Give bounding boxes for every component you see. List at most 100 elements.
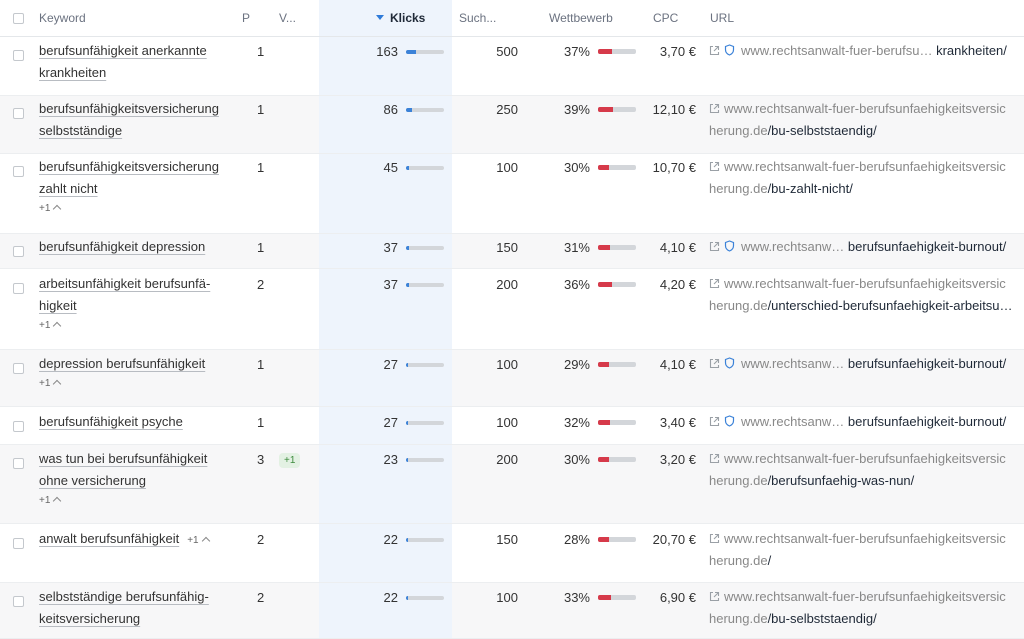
url-cell: www.rechtsanwalt-fuer-berufsunfaehigkeit…	[709, 586, 1019, 630]
external-link-icon[interactable]	[709, 358, 720, 369]
keyword-link[interactable]: arbeitsunfähigkeit berufsunfä-	[39, 276, 210, 291]
keyword-cell: depression berufsunfähigkeit +1	[39, 353, 229, 391]
search-volume-value: 250	[496, 102, 518, 117]
header-klicks[interactable]: Klicks	[376, 11, 425, 25]
keyword-link[interactable]: selbstständige berufsunfähig-	[39, 589, 209, 604]
url-cell: www.rechtsanwalt-fuer-berufsunfaehigkeit…	[709, 273, 1019, 317]
keyword-link[interactable]: depression berufsunfähigkeit	[39, 356, 205, 371]
select-all-checkbox[interactable]	[13, 13, 24, 24]
competition-bar	[598, 595, 636, 600]
row-checkbox[interactable]	[13, 596, 24, 607]
klicks-bar	[406, 108, 444, 112]
competition-bar	[598, 165, 636, 170]
klicks-bar	[406, 421, 444, 425]
keyword-link-line2[interactable]: keitsversicherung	[39, 611, 140, 626]
url-path[interactable]: /berufsunfaehig-was-nun/	[768, 473, 915, 488]
more-keywords-toggle[interactable]: +1	[39, 319, 229, 333]
row-checkbox[interactable]	[13, 283, 24, 294]
cpc-value: 6,90 €	[659, 590, 696, 605]
url-domain-cont[interactable]: herung.de	[709, 298, 768, 313]
external-link-icon[interactable]	[709, 161, 720, 172]
keyword-link-line2[interactable]: ohne versicherung	[39, 473, 146, 488]
keyword-link[interactable]: berufsunfähigkeit anerkannte	[39, 43, 207, 58]
url-path[interactable]: berufsunfaehigkeit-burnout/	[844, 356, 1006, 371]
position-value: 2	[257, 532, 265, 547]
more-keywords-toggle[interactable]: +1	[39, 377, 229, 391]
url-domain[interactable]: www.rechtsanwalt-fuer-berufsunfaehigkeit…	[724, 451, 1006, 466]
header-competition[interactable]: Wettbewerb	[549, 11, 613, 25]
table-row: anwalt berufsunfähigkeit +1 2 22 150 28% 20,70…	[0, 524, 1024, 583]
row-checkbox[interactable]	[13, 538, 24, 549]
row-checkbox[interactable]	[13, 421, 24, 432]
url-domain[interactable]: www.rechtsanw…	[741, 414, 844, 429]
url-path[interactable]: /bu-selbststaendig/	[768, 123, 877, 138]
row-checkbox[interactable]	[13, 108, 24, 119]
competition-bar	[598, 362, 636, 367]
keyword-link[interactable]: was tun bei berufsunfähigkeit	[39, 451, 207, 466]
position-value: 1	[257, 102, 265, 117]
url-path[interactable]: berufsunfaehigkeit-burnout/	[844, 239, 1006, 254]
keyword-link-line2[interactable]: selbstständige	[39, 123, 122, 138]
url-domain[interactable]: www.rechtsanwalt-fuer-berufsunfaehigkeit…	[724, 101, 1006, 116]
external-link-icon[interactable]	[709, 45, 720, 56]
keyword-cell: was tun bei berufsunfähigkeit ohne versic…	[39, 448, 229, 508]
more-count: +1	[39, 378, 51, 389]
url-domain[interactable]: www.rechtsanwalt-fuer-berufsu…	[741, 43, 932, 58]
more-keywords-toggle[interactable]: +1	[39, 494, 229, 508]
keyword-link-line2[interactable]: zahlt nicht	[39, 181, 98, 196]
external-link-icon[interactable]	[709, 278, 720, 289]
url-domain[interactable]: www.rechtsanwalt-fuer-berufsunfaehigkeit…	[724, 159, 1006, 174]
url-domain[interactable]: www.rechtsanwalt-fuer-berufsunfaehigkeit…	[724, 589, 1006, 604]
klicks-bar	[406, 458, 444, 462]
header-search-volume[interactable]: Such...	[459, 11, 496, 25]
header-cpc[interactable]: CPC	[653, 11, 678, 25]
keyword-link[interactable]: berufsunfähigkeitsversicherung	[39, 159, 219, 174]
external-link-icon[interactable]	[709, 591, 720, 602]
url-domain[interactable]: www.rechtsanwalt-fuer-berufsunfaehigkeit…	[724, 531, 1006, 546]
external-link-icon[interactable]	[709, 103, 720, 114]
row-checkbox[interactable]	[13, 363, 24, 374]
external-link-icon[interactable]	[709, 533, 720, 544]
row-checkbox[interactable]	[13, 50, 24, 61]
url-path[interactable]: /bu-selbststaendig/	[768, 611, 877, 626]
more-count: +1	[39, 495, 51, 506]
url-path[interactable]: berufsunfaehigkeit-burnout/	[844, 414, 1006, 429]
url-path[interactable]: krankheiten/	[932, 43, 1007, 58]
url-path[interactable]: /unterschied-berufsunfaehigkeit-arbeitsu…	[768, 298, 1013, 313]
more-keywords-toggle[interactable]: +1	[39, 202, 229, 216]
keyword-link[interactable]: anwalt berufsunfähigkeit	[39, 531, 179, 546]
more-keywords-toggle[interactable]: +1	[187, 535, 210, 546]
klicks-bar	[406, 50, 444, 54]
row-checkbox[interactable]	[13, 458, 24, 469]
header-keyword[interactable]: Keyword	[39, 11, 86, 25]
external-link-icon[interactable]	[709, 416, 720, 427]
competition-value: 39%	[563, 102, 590, 117]
keyword-cell: berufsunfähigkeit depression	[39, 236, 229, 258]
header-url[interactable]: URL	[710, 11, 734, 25]
keyword-link-line2[interactable]: krankheiten	[39, 65, 106, 80]
url-domain-cont[interactable]: herung.de	[709, 473, 768, 488]
keyword-link[interactable]: berufsunfähigkeit psyche	[39, 414, 183, 429]
url-domain[interactable]: www.rechtsanwalt-fuer-berufsunfaehigkeit…	[724, 276, 1006, 291]
keyword-link[interactable]: berufsunfähigkeitsversicherung	[39, 101, 219, 116]
header-volatility[interactable]: V...	[279, 11, 296, 25]
external-link-icon[interactable]	[709, 453, 720, 464]
external-link-icon[interactable]	[709, 241, 720, 252]
url-domain-cont[interactable]: herung.de	[709, 611, 768, 626]
row-checkbox[interactable]	[13, 166, 24, 177]
url-domain-cont[interactable]: herung.de	[709, 553, 768, 568]
klicks-value: 37	[383, 240, 398, 255]
keyword-link-line2[interactable]: higkeit	[39, 298, 77, 313]
url-path[interactable]: /bu-zahlt-nicht/	[768, 181, 853, 196]
url-domain[interactable]: www.rechtsanw…	[741, 239, 844, 254]
url-domain[interactable]: www.rechtsanw…	[741, 356, 844, 371]
keyword-link[interactable]: berufsunfähigkeit depression	[39, 239, 205, 254]
position-value: 2	[257, 590, 265, 605]
header-position[interactable]: P	[242, 11, 250, 25]
url-cell: www.rechtsanwalt-fuer-berufsunfaehigkeit…	[709, 448, 1019, 492]
url-path[interactable]: /	[768, 553, 772, 568]
row-checkbox[interactable]	[13, 246, 24, 257]
url-domain-cont[interactable]: herung.de	[709, 181, 768, 196]
url-domain-cont[interactable]: herung.de	[709, 123, 768, 138]
chevron-up-icon	[53, 321, 62, 331]
